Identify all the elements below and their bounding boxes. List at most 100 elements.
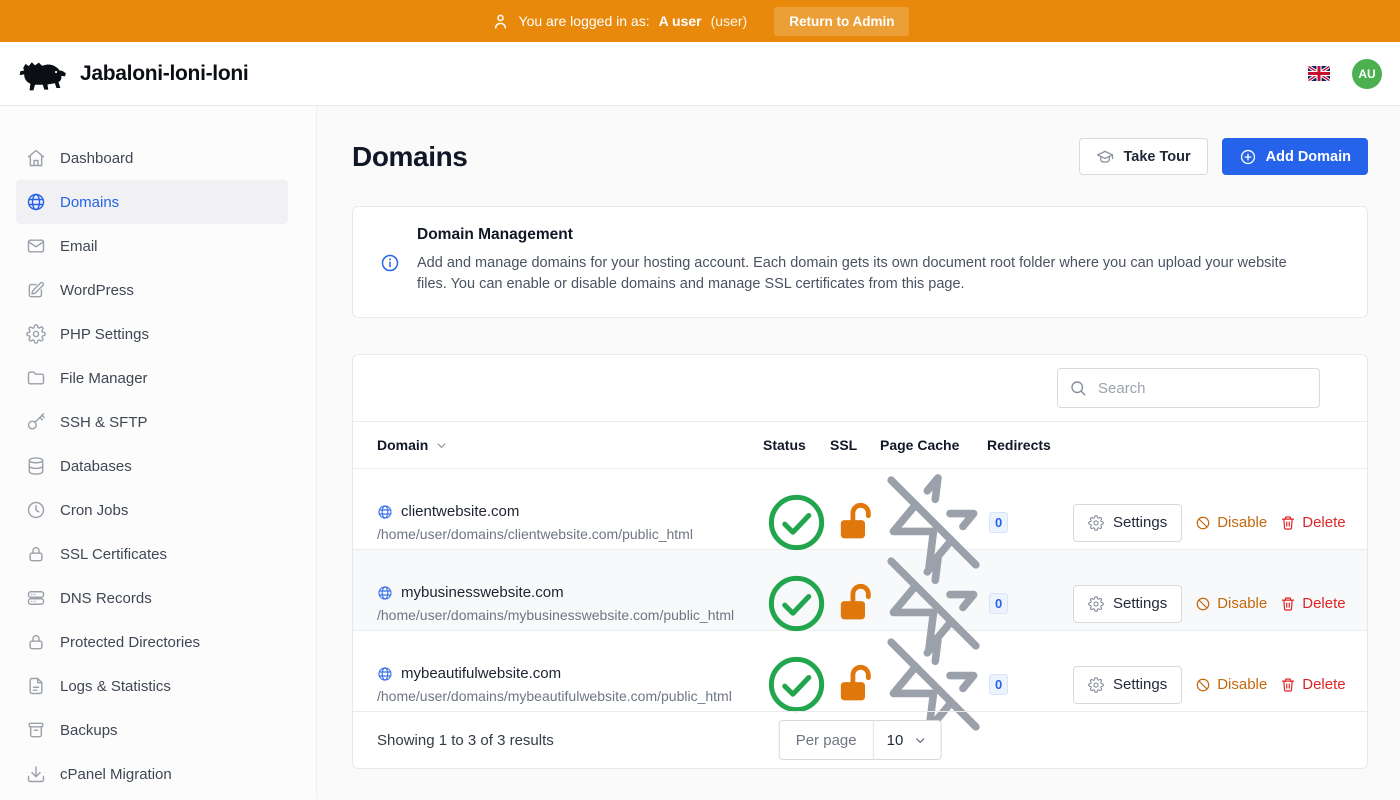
redirects-count-badge: 0 xyxy=(989,512,1008,533)
language-flag-icon[interactable] xyxy=(1308,66,1330,81)
sidebar-item-databases[interactable]: Databases xyxy=(16,444,288,488)
per-page-select[interactable]: Per page 10 xyxy=(779,720,942,760)
sidebar-item-wordpress[interactable]: WordPress xyxy=(16,268,288,312)
delete-button[interactable]: Delete xyxy=(1280,514,1345,531)
sidebar-item-file-manager[interactable]: File Manager xyxy=(16,356,288,400)
return-to-admin-button[interactable]: Return to Admin xyxy=(774,7,909,36)
brand[interactable]: Jabaloni-loni-loni xyxy=(17,56,248,92)
info-panel: Domain Management Add and manage domains… xyxy=(352,206,1368,318)
banner-user-name: A user xyxy=(659,13,702,29)
sidebar-item-cron-jobs[interactable]: Cron Jobs xyxy=(16,488,288,532)
folder-icon xyxy=(26,368,46,388)
ssl-unlocked-icon xyxy=(830,498,880,548)
download-icon xyxy=(26,764,46,784)
sidebar-item-logs-statistics[interactable]: Logs & Statistics xyxy=(16,664,288,708)
domain-path: /home/user/domains/clientwebsite.com/pub… xyxy=(377,526,763,542)
banner-message: You are logged in as: xyxy=(519,13,650,29)
table-footer: Showing 1 to 3 of 3 results Per page 10 xyxy=(353,711,1367,768)
sidebar-item-email[interactable]: Email xyxy=(16,224,288,268)
globe-icon xyxy=(377,666,393,682)
trash-icon xyxy=(1280,515,1296,531)
status-active-icon xyxy=(763,489,830,556)
table-row: clientwebsite.com /home/user/domains/cli… xyxy=(353,468,1367,549)
trash-icon xyxy=(1280,596,1296,612)
column-header-page-cache: Page Cache xyxy=(880,437,987,453)
delete-button[interactable]: Delete xyxy=(1280,676,1345,693)
domain-name[interactable]: mybusinesswebsite.com xyxy=(401,584,564,601)
sidebar-item-ssl-certificates[interactable]: SSL Certificates xyxy=(16,532,288,576)
sidebar-item-backups[interactable]: Backups xyxy=(16,708,288,752)
chevron-down-icon xyxy=(912,733,927,748)
ssl-unlocked-icon xyxy=(830,660,880,710)
gear-icon xyxy=(1088,596,1104,612)
plus-circle-icon xyxy=(1239,148,1257,166)
info-panel-body: Add and manage domains for your hosting … xyxy=(417,253,1307,294)
disable-button[interactable]: Disable xyxy=(1195,514,1267,531)
add-domain-label: Add Domain xyxy=(1266,149,1351,165)
server-icon xyxy=(26,588,46,608)
status-active-icon xyxy=(763,651,830,718)
sidebar-item-dashboard[interactable]: Dashboard xyxy=(16,136,288,180)
take-tour-label: Take Tour xyxy=(1123,149,1190,165)
domain-path: /home/user/domains/mybusinesswebsite.com… xyxy=(377,607,763,623)
settings-button[interactable]: Settings xyxy=(1073,666,1182,704)
globe-icon xyxy=(26,192,46,212)
table-body: clientwebsite.com /home/user/domains/cli… xyxy=(353,468,1367,711)
page-title: Domains xyxy=(352,141,467,173)
sidebar-nav: Dashboard Domains Email WordPress PHP Se… xyxy=(0,106,317,799)
user-avatar[interactable]: AU xyxy=(1352,59,1382,89)
sidebar-item-protected-directories[interactable]: Protected Directories xyxy=(16,620,288,664)
slash-circle-icon xyxy=(1195,596,1211,612)
table-row: mybusinesswebsite.com /home/user/domains… xyxy=(353,549,1367,630)
sidebar-item-ssh-sftp[interactable]: SSH & SFTP xyxy=(16,400,288,444)
redirects-count-badge: 0 xyxy=(989,593,1008,614)
key-icon xyxy=(26,412,46,432)
boar-logo-icon xyxy=(17,56,67,92)
sidebar-item-domains[interactable]: Domains xyxy=(16,180,288,224)
app-header: Jabaloni-loni-loni AU xyxy=(0,42,1400,106)
settings-button[interactable]: Settings xyxy=(1073,504,1182,542)
info-icon xyxy=(380,253,400,273)
per-page-label: Per page xyxy=(780,721,874,759)
file-text-icon xyxy=(26,676,46,696)
add-domain-button[interactable]: Add Domain xyxy=(1222,138,1368,175)
globe-icon xyxy=(377,504,393,520)
column-header-domain[interactable]: Domain xyxy=(377,437,763,453)
delete-button[interactable]: Delete xyxy=(1280,595,1345,612)
column-header-status: Status xyxy=(763,437,830,453)
lock-icon xyxy=(26,632,46,652)
sidebar-item-cpanel-migration[interactable]: cPanel Migration xyxy=(16,752,288,796)
take-tour-button[interactable]: Take Tour xyxy=(1079,138,1207,175)
domain-path: /home/user/domains/mybeautifulwebsite.co… xyxy=(377,688,763,704)
info-panel-title: Domain Management xyxy=(417,226,1307,244)
clock-icon xyxy=(26,500,46,520)
settings-button[interactable]: Settings xyxy=(1073,585,1182,623)
main-content: Domains Take Tour Add Domain Domain Mana… xyxy=(317,106,1400,799)
graduation-cap-icon xyxy=(1096,148,1114,166)
impersonation-banner: You are logged in as: A user (user) Retu… xyxy=(0,0,1400,42)
database-icon xyxy=(26,456,46,476)
domains-table-card: Domain Status SSL Page Cache Redirects c… xyxy=(352,354,1368,769)
gear-icon xyxy=(1088,515,1104,531)
slash-circle-icon xyxy=(1195,515,1211,531)
chevron-down-icon xyxy=(434,438,449,453)
sidebar-item-dns-records[interactable]: DNS Records xyxy=(16,576,288,620)
search-input[interactable] xyxy=(1057,368,1320,408)
lock-icon xyxy=(26,544,46,564)
globe-icon xyxy=(377,585,393,601)
archive-icon xyxy=(26,720,46,740)
per-page-value: 10 xyxy=(887,732,904,749)
column-settings-button[interactable] xyxy=(1339,386,1343,390)
gear-icon xyxy=(1088,677,1104,693)
table-row: mybeautifulwebsite.com /home/user/domain… xyxy=(353,630,1367,711)
edit-icon xyxy=(26,280,46,300)
disable-button[interactable]: Disable xyxy=(1195,676,1267,693)
user-icon xyxy=(491,12,510,31)
domain-name[interactable]: clientwebsite.com xyxy=(401,503,519,520)
domain-name[interactable]: mybeautifulwebsite.com xyxy=(401,665,561,682)
sidebar-item-php-settings[interactable]: PHP Settings xyxy=(16,312,288,356)
status-active-icon xyxy=(763,570,830,637)
mail-icon xyxy=(26,236,46,256)
disable-button[interactable]: Disable xyxy=(1195,595,1267,612)
ssl-unlocked-icon xyxy=(830,579,880,629)
